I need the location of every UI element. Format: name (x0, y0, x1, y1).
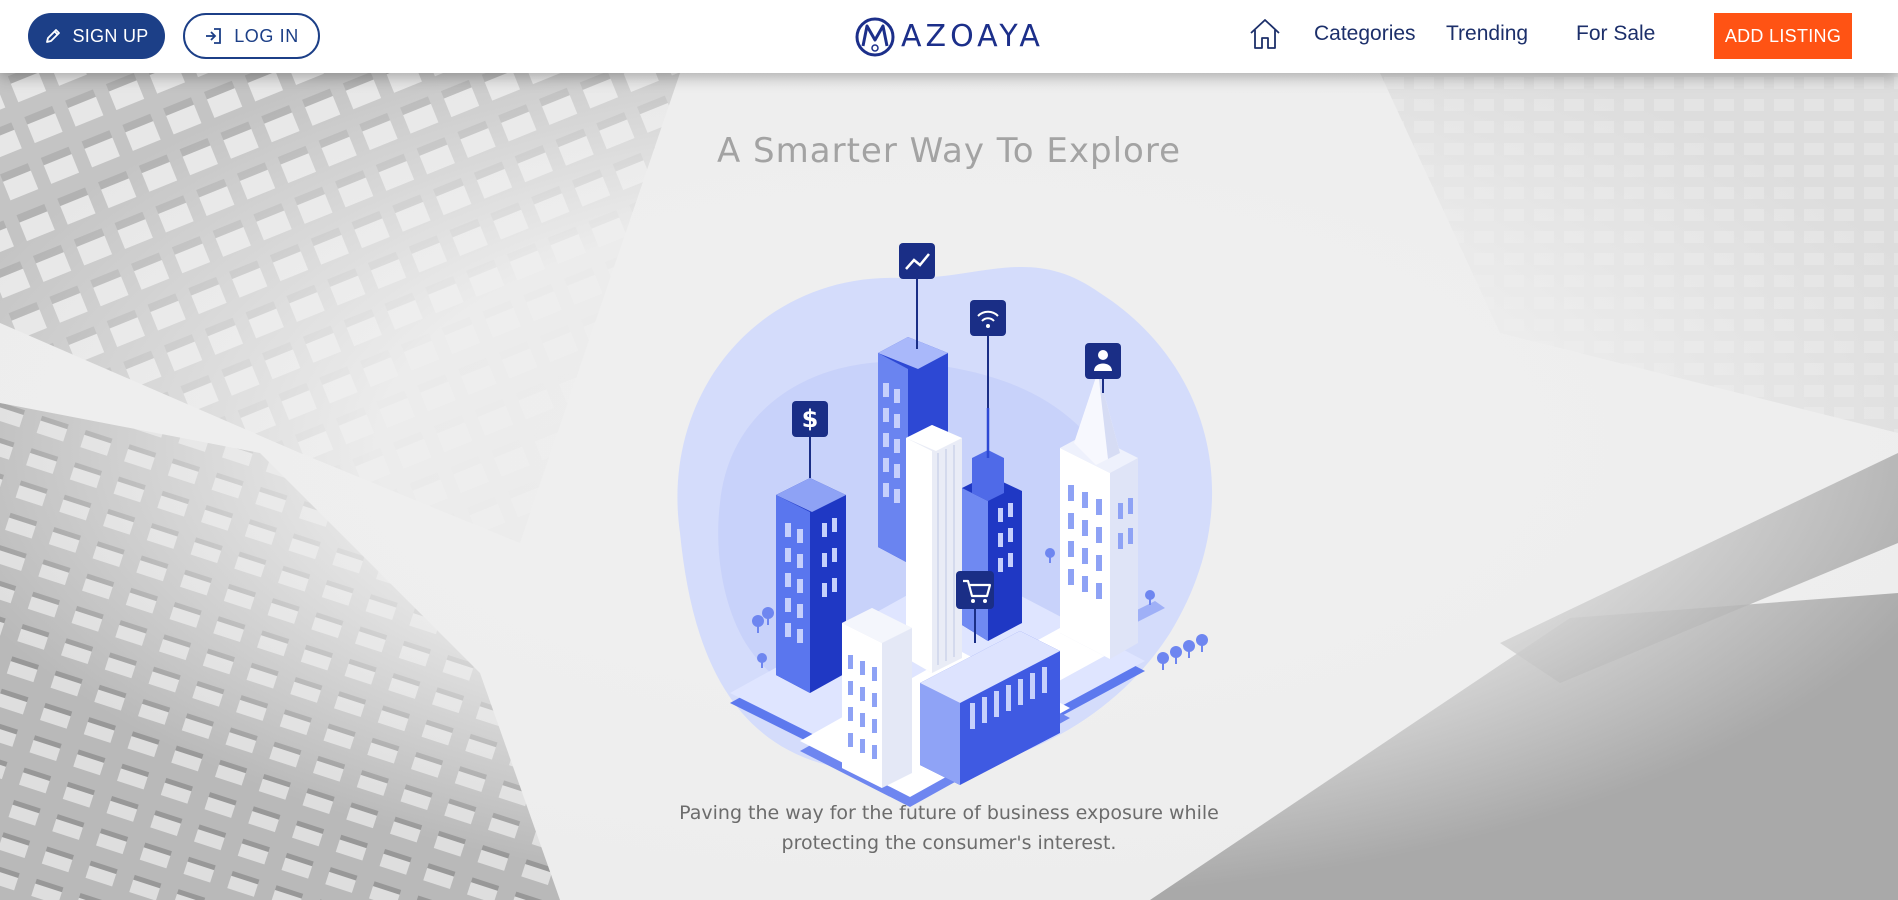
hero-title: A Smarter Way To Explore (716, 131, 1181, 171)
hero-tagline: Paving the way for the future of busines… (649, 798, 1249, 858)
nav-trending[interactable]: Trending (1446, 22, 1528, 46)
logo-mark-icon (855, 17, 895, 57)
user-icon (1085, 343, 1121, 379)
tagline-line-2: protecting the consumer's interest. (781, 832, 1117, 854)
home-link[interactable] (1248, 17, 1282, 51)
site-logo[interactable]: AZOAYA (853, 14, 1045, 58)
sign-up-label: SIGN UP (72, 25, 149, 46)
log-in-button[interactable]: LOG IN (183, 13, 320, 59)
home-icon (1250, 19, 1280, 49)
add-listing-button[interactable]: ADD LISTING (1714, 13, 1852, 59)
top-navbar: SIGN UP LOG IN AZOAYA Categories Trendin… (0, 0, 1898, 73)
sign-in-icon (206, 28, 222, 44)
city-illustration: $ (677, 243, 1213, 807)
log-in-label: LOG IN (234, 25, 299, 46)
pencil-icon (46, 29, 61, 43)
nav-for-sale[interactable]: For Sale (1576, 22, 1655, 46)
logo-text: AZOAYA (901, 18, 1044, 54)
hero-section: A Smarter Way To Explore $ Paving the wa… (0, 73, 1898, 900)
nav-categories[interactable]: Categories (1314, 22, 1416, 46)
sign-up-button[interactable]: SIGN UP (28, 13, 165, 59)
tagline-line-1: Paving the way for the future of busines… (679, 802, 1219, 824)
dollar-symbol: $ (802, 405, 819, 433)
